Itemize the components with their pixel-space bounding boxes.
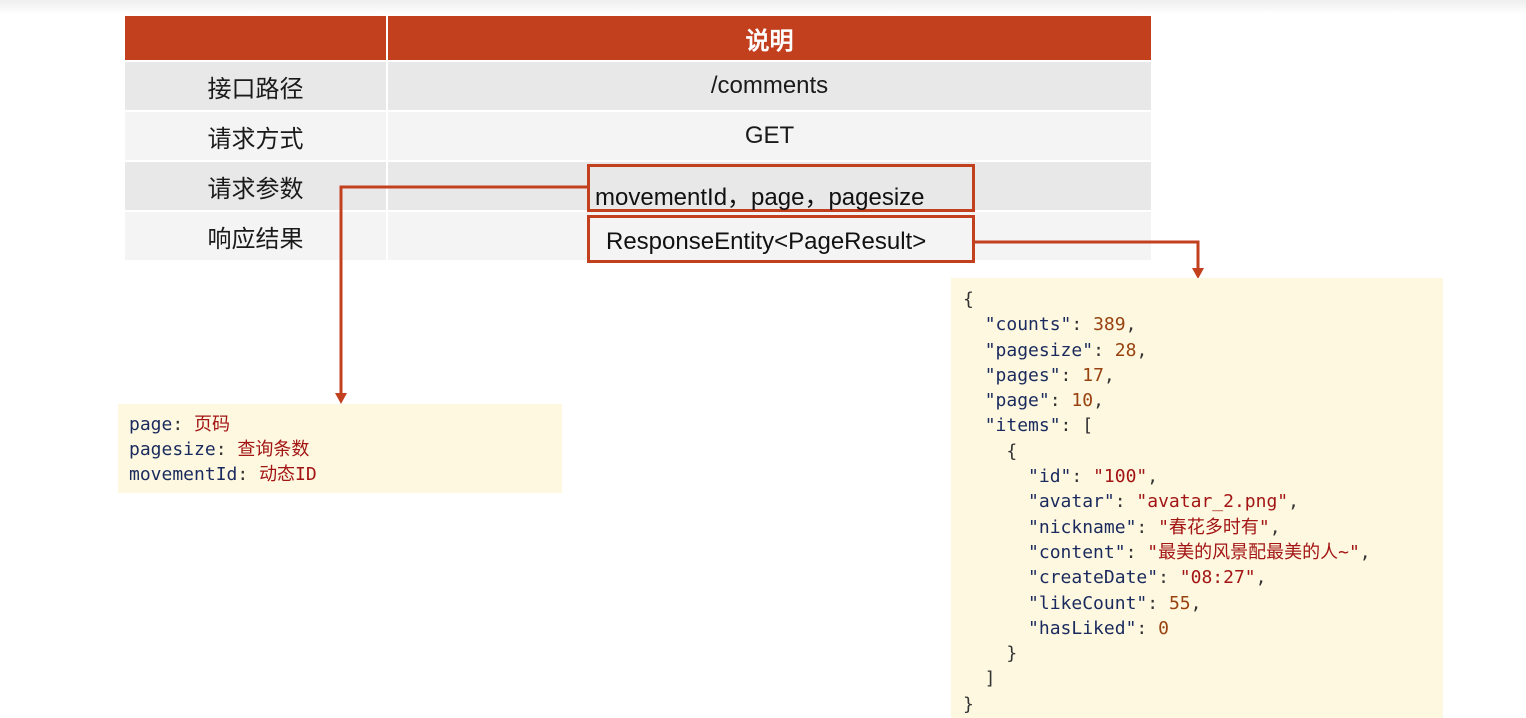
- params-highlight-box: movementId，page，pagesize: [587, 164, 975, 212]
- row-value: /comments: [387, 60, 1151, 112]
- json-item-id: "100": [1093, 466, 1148, 488]
- row-value: GET: [387, 110, 1151, 162]
- table-row-path: 接口路径 /comments: [125, 60, 1151, 112]
- row-label: 接口路径: [125, 60, 388, 112]
- row-label: 响应结果: [125, 210, 388, 261]
- json-item-nickname: "春花多时有": [1158, 516, 1270, 538]
- json-pages: 17: [1082, 364, 1104, 386]
- table-header-row: 说明: [125, 16, 1151, 61]
- param-line: page: 页码: [129, 414, 231, 435]
- param-key: pagesize: [129, 439, 216, 460]
- params-arrow-head: [335, 393, 347, 404]
- json-item-hasliked: 0: [1158, 617, 1169, 639]
- param-desc: 页码: [194, 414, 231, 435]
- param-desc: 动态ID: [259, 464, 317, 485]
- header-cell-empty: [125, 16, 388, 61]
- param-desc: 查询条数: [237, 439, 310, 460]
- result-highlight-box: ResponseEntity<PageResult>: [587, 215, 975, 263]
- top-shadow: [0, 0, 1526, 14]
- param-line: pagesize: 查询条数: [129, 439, 310, 460]
- param-line: movementId: 动态ID: [129, 464, 317, 485]
- params-note: page: 页码 pagesize: 查询条数 movementId: 动态ID: [118, 404, 562, 493]
- json-item-createdate: "08:27": [1179, 567, 1256, 589]
- json-pagesize: 28: [1114, 339, 1137, 361]
- json-counts: 389: [1093, 314, 1126, 336]
- json-item-content: "最美的风景配最美的人~": [1147, 541, 1360, 563]
- table-row-method: 请求方式 GET: [125, 110, 1151, 162]
- json-item-avatar: "avatar_2.png": [1136, 491, 1289, 513]
- row-label: 请求参数: [125, 160, 388, 212]
- json-page: 10: [1071, 390, 1094, 412]
- param-key: movementId: [129, 464, 238, 485]
- response-json-note: { "counts": 389, "pagesize": 28, "pages"…: [951, 278, 1443, 718]
- param-key: page: [129, 414, 173, 435]
- header-cell-description: 说明: [387, 16, 1151, 61]
- row-label: 请求方式: [125, 110, 388, 162]
- json-item-likecount: 55: [1168, 592, 1191, 614]
